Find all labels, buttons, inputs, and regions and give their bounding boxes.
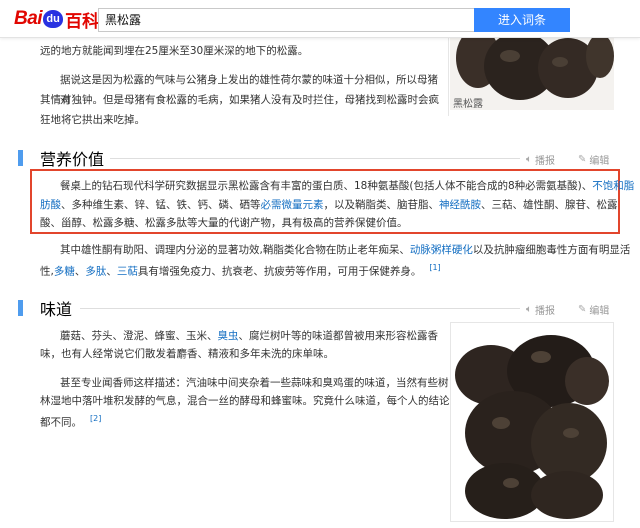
image-border	[448, 38, 449, 116]
taste-paragraph-line: 林湿地中落叶堆积发酵的气息，混合一丝的酵母和蜂蜜味。究竟什么味道，每个人的结论	[40, 395, 450, 407]
audio-label: 播报	[535, 306, 555, 317]
intro-paragraph-line: 其情有独钟。但是母猪有食松露的毛病，如果猪人没有及时拦住，母猪找到松露时会疯	[40, 94, 439, 106]
edit-label: 编辑	[589, 306, 610, 317]
link-triterpene[interactable]: 三萜	[117, 266, 138, 278]
audio-button[interactable]: 🔈︎ 播报	[526, 152, 555, 167]
link-unsaturated-fatty-acid[interactable]: 不饱和脂	[592, 180, 634, 192]
text-span: 蘑菇、芬头、澄泥、蜂蜜、玉米、	[60, 330, 218, 342]
section-divider	[80, 308, 520, 309]
audio-label: 播报	[535, 156, 555, 167]
text-span: 以及抗肿瘤细胞毒性方面有明显活	[472, 244, 631, 256]
text-span: 、多种维生素、锌、锰、铁、钙、磷、硒等	[61, 199, 261, 211]
link-polypeptide[interactable]: 多肽	[85, 266, 106, 278]
reference-link[interactable]: [1]	[429, 263, 440, 272]
link-fatty-acid[interactable]: 肪酸	[40, 199, 61, 211]
nutrition-paragraph-line: 酸、甾醇、松露多糖、松露多肽等大量的代谢产物，具有极高的营养保健价值。	[40, 217, 408, 229]
nutrition-paragraph-line: 性,多糖、多肽、三萜具有增强免疫力、抗衰老、抗疲劳等作用，可用于保健养身。 [1]	[40, 258, 620, 282]
link-atherosclerosis[interactable]: 动脉粥样硬化	[410, 244, 473, 256]
logo-paw-icon: du	[43, 10, 64, 28]
nutrition-paragraph-line: 餐桌上的钻石现代科学研究数据显示黑松露含有丰富的蛋白质、18种氨基酸(包括人体不…	[60, 176, 634, 196]
baidu-baike-logo[interactable]: Bai du 百科	[14, 8, 100, 31]
text-span: 都不同。	[40, 416, 82, 429]
section-title-taste: 味道	[40, 300, 73, 319]
nutrition-paragraph-line: 其中雄性酮有助阳、调理内分泌的显著功效,鞘脂类化合物在防止老年痴呆、动脉粥样硬化…	[60, 240, 630, 260]
audio-button[interactable]: 🔈︎ 播报	[526, 302, 555, 317]
reference-link[interactable]: [2]	[90, 414, 101, 423]
enter-entry-button[interactable]: 进入词条	[474, 8, 570, 32]
text-span: 性,	[40, 265, 54, 278]
taste-paragraph-line: 都不同。 [2]	[40, 409, 440, 433]
text-span: 、腐烂树叶等的味道都曾被用来形容松露香	[238, 330, 439, 342]
image-caption: 黑松露	[453, 99, 483, 110]
section-title-nutrition: 营养价值	[40, 150, 105, 169]
section-marker	[18, 300, 23, 316]
text-span: 其中雄性酮有助阳、调理内分泌的显著功效,鞘脂类化合物在防止老年痴呆、	[60, 244, 410, 256]
logo-bai-text: Bai	[14, 8, 43, 29]
logo-baike-text: 百科	[65, 11, 100, 31]
edit-button[interactable]: ✎ 编辑	[578, 152, 609, 167]
link-bedbug[interactable]: 臭虫	[218, 330, 239, 342]
intro-paragraph-line: 狂地将它拱出来吃掉。	[40, 114, 145, 126]
pencil-icon: ✎	[578, 304, 587, 315]
section-divider	[110, 158, 520, 159]
intro-line: 远的地方就能闻到埋在25厘米至30厘米深的地下的松露。	[40, 45, 309, 57]
taste-paragraph-line: 蘑菇、芬头、澄泥、蜂蜜、玉米、臭虫、腐烂树叶等的味道都曾被用来形容松露香	[60, 326, 440, 346]
text-span: 、	[106, 265, 117, 278]
text-span: 、三萜、雄性酮、腺苷、松露	[481, 199, 618, 211]
truffles-photo[interactable]	[450, 322, 614, 522]
speaker-icon: 🔈︎	[526, 154, 532, 165]
text-span: 、	[74, 265, 86, 278]
text-span: 餐桌上的钻石现代科学研究数据显示黑松露含有丰富的蛋白质、18种氨基酸(包括人体不…	[60, 180, 593, 192]
edit-button[interactable]: ✎ 编辑	[578, 302, 609, 317]
search-input[interactable]: 黑松露	[98, 8, 474, 32]
text-span: 具有增强免疫力、抗衰老、抗疲劳等作用，可用于保健养身。	[137, 265, 422, 278]
nutrition-paragraph-line: 肪酸、多种维生素、锌、锰、铁、钙、磷、硒等必需微量元素，以及鞘脂类、脑苷脂、神经…	[40, 195, 620, 215]
link-polysaccharide[interactable]: 多糖	[54, 266, 75, 278]
pencil-icon: ✎	[578, 154, 587, 165]
taste-paragraph-line: 甚至专业闻香师这样描述：汽油味中间夹杂着一些蒜味和臭鸡蛋的味道，当然有些树	[60, 377, 449, 389]
truffles-graphic	[451, 323, 613, 521]
text-span: ，以及鞘脂类、脑苷脂、	[323, 199, 440, 211]
link-trace-elements[interactable]: 必需微量元素	[261, 199, 324, 211]
edit-label: 编辑	[589, 156, 610, 167]
link-ceramide[interactable]: 神经酰胺	[439, 199, 481, 211]
section-marker	[18, 150, 23, 166]
speaker-icon: 🔈︎	[526, 304, 532, 315]
taste-paragraph-line: 味，也有人经常说它们散发着麝香、精液和多年未洗的床单味。	[40, 348, 334, 360]
top-search-bar: Bai du 百科 黑松露 进入词条	[0, 0, 640, 38]
